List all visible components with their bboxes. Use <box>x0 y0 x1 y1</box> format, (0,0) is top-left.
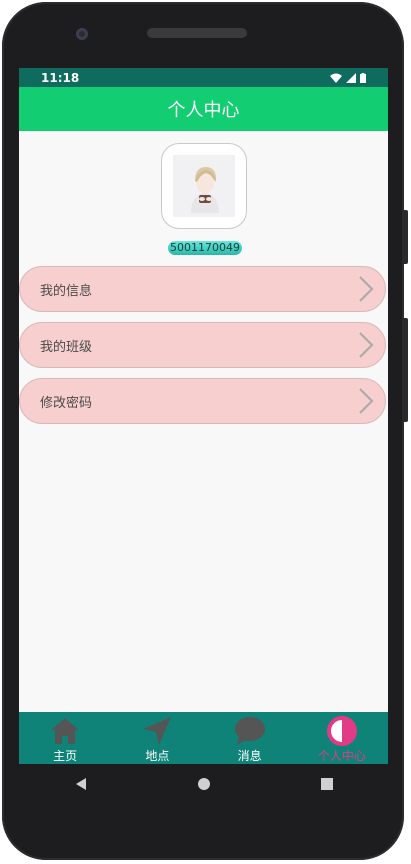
power-button[interactable] <box>402 210 408 264</box>
home-icon <box>51 718 80 744</box>
menu-item-label: 修改密码 <box>40 395 93 411</box>
chat-bubble-icon <box>234 717 265 745</box>
app-screen: 11:18 个人中心 5001170049 我的信息 我的班级 修改密码 主页 … <box>19 68 388 764</box>
chevron-right-icon <box>359 388 374 414</box>
back-icon[interactable] <box>74 777 88 791</box>
nav-item-messages[interactable]: 消息 <box>204 712 296 764</box>
user-id-label: 5001170049 <box>168 241 242 255</box>
chevron-right-icon <box>359 276 374 302</box>
volume-button[interactable] <box>402 318 408 422</box>
page-title: 个人中心 <box>167 100 240 121</box>
nav-label: 个人中心 <box>317 749 366 763</box>
nav-item-home[interactable]: 主页 <box>19 712 111 764</box>
bottom-navigation: 主页 地点 消息 个人中心 <box>19 712 388 764</box>
system-navigation-bar <box>19 764 388 804</box>
nav-label: 消息 <box>237 749 262 763</box>
menu-item-label: 我的信息 <box>40 283 93 299</box>
avatar-image <box>173 155 235 217</box>
recents-icon[interactable] <box>320 777 334 791</box>
navigation-arrow-icon <box>143 717 172 745</box>
nav-label: 地点 <box>145 749 170 763</box>
chevron-right-icon <box>359 332 374 358</box>
page-title-bar: 个人中心 <box>19 87 388 131</box>
signal-icon <box>346 72 356 83</box>
home-circle-icon[interactable] <box>197 777 211 791</box>
menu-item-label: 我的班级 <box>40 339 93 355</box>
earpiece-speaker <box>147 28 247 38</box>
wifi-icon <box>330 73 342 83</box>
avatar[interactable] <box>161 143 247 229</box>
nav-label: 主页 <box>53 749 78 763</box>
menu-item-my-class[interactable]: 我的班级 <box>19 322 386 368</box>
nav-item-location[interactable]: 地点 <box>111 712 203 764</box>
status-bar: 11:18 <box>19 68 388 87</box>
front-camera <box>76 28 88 40</box>
status-time: 11:18 <box>41 70 80 85</box>
nav-item-profile[interactable]: 个人中心 <box>296 712 388 764</box>
menu-item-change-password[interactable]: 修改密码 <box>19 378 386 424</box>
battery-icon <box>360 72 366 83</box>
status-icons <box>330 72 366 83</box>
menu-item-my-info[interactable]: 我的信息 <box>19 266 386 312</box>
contrast-circle-icon <box>326 716 357 746</box>
